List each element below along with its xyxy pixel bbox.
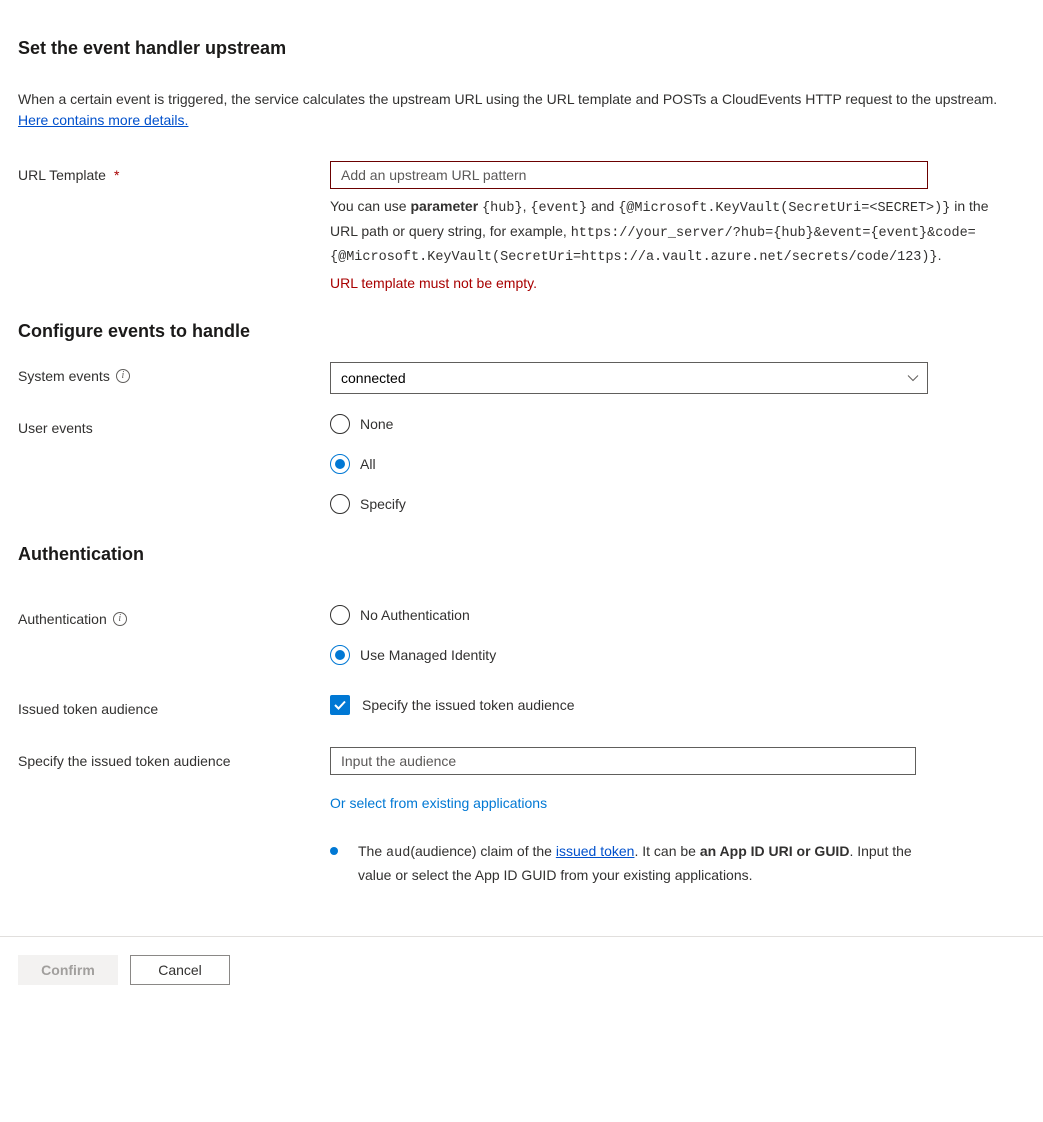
user-events-radio-none[interactable]: None [330, 414, 1010, 434]
info-bullet-icon [330, 847, 338, 855]
info-icon[interactable]: i [116, 369, 130, 383]
user-events-radio-specify[interactable]: Specify [330, 494, 1010, 514]
system-events-value: connected [341, 370, 406, 386]
issued-audience-label: Issued token audience [18, 701, 158, 717]
audience-input[interactable] [330, 747, 916, 775]
confirm-button[interactable]: Confirm [18, 955, 118, 985]
url-template-input[interactable] [330, 161, 928, 189]
auth-heading: Authentication [18, 544, 1025, 565]
audience-info: The aud(audience) claim of the issued to… [330, 841, 930, 887]
chevron-down-icon [907, 372, 919, 384]
events-heading: Configure events to handle [18, 321, 1025, 342]
user-events-label: User events [18, 420, 93, 436]
radio-label: Use Managed Identity [360, 647, 496, 663]
page-title: Set the event handler upstream [18, 38, 1025, 59]
issued-token-link[interactable]: issued token [556, 843, 635, 859]
auth-label: Authentication [18, 611, 107, 627]
intro-body: When a certain event is triggered, the s… [18, 91, 997, 107]
auth-radio-managed-identity[interactable]: Use Managed Identity [330, 645, 1010, 665]
radio-label: All [360, 456, 376, 472]
specify-audience-label: Specify the issued token audience [18, 753, 230, 769]
url-template-error: URL template must not be empty. [330, 275, 1010, 291]
radio-label: None [360, 416, 393, 432]
user-events-radio-all[interactable]: All [330, 454, 1010, 474]
checkbox-label: Specify the issued token audience [362, 697, 574, 713]
system-events-label: System events [18, 368, 110, 384]
radio-label: No Authentication [360, 607, 470, 623]
auth-radio-none[interactable]: No Authentication [330, 605, 1010, 625]
specify-audience-checkbox[interactable]: Specify the issued token audience [330, 695, 1010, 715]
info-icon[interactable]: i [113, 612, 127, 626]
intro-text: When a certain event is triggered, the s… [18, 89, 1025, 131]
radio-label: Specify [360, 496, 406, 512]
select-existing-link[interactable]: Or select from existing applications [330, 795, 1010, 811]
intro-details-link[interactable]: Here contains more details. [18, 112, 188, 128]
url-template-label: URL Template [18, 167, 106, 183]
cancel-button[interactable]: Cancel [130, 955, 230, 985]
url-template-help: You can use parameter {hub}, {event} and… [330, 195, 1010, 269]
required-mark: * [114, 167, 119, 183]
system-events-select[interactable]: connected [330, 362, 928, 394]
check-icon [333, 698, 347, 712]
